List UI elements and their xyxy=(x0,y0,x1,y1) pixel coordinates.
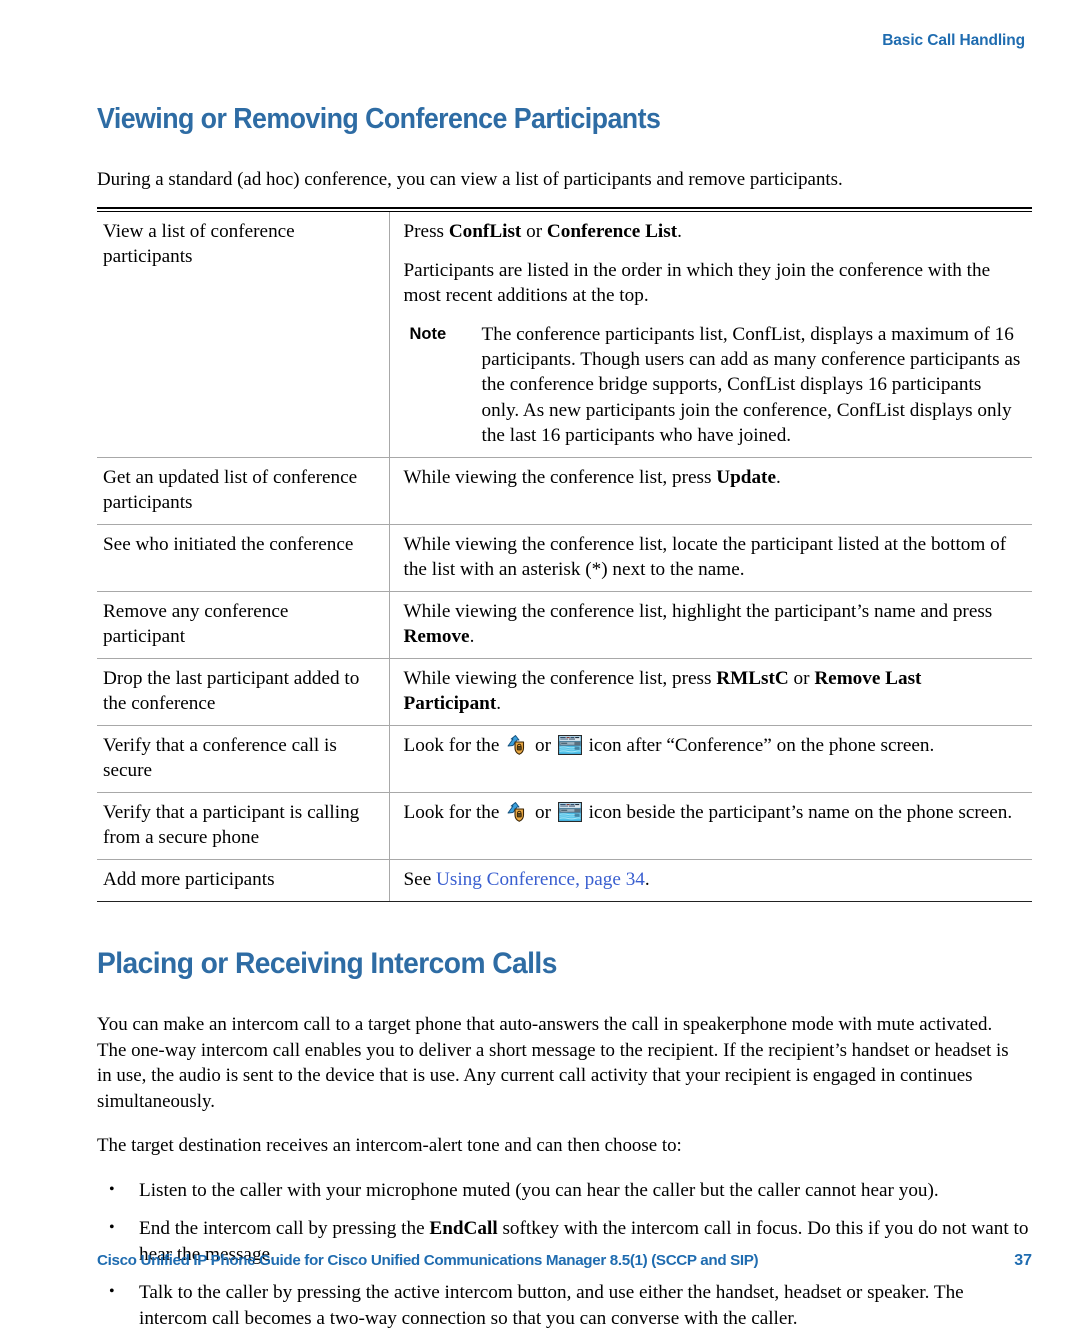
section2-paragraph-2: The target destination receives an inter… xyxy=(97,1135,682,1157)
section2-paragraph-1: You can make an intercom call to a targe… xyxy=(97,1014,1009,1112)
action-text: . xyxy=(496,693,502,715)
table-cell-action: Press ConfList or Conference List. Parti… xyxy=(389,212,1032,458)
action-text: Press xyxy=(403,220,449,242)
action-text: Look for the xyxy=(403,735,505,757)
table-row: Verify that a conference call is secure … xyxy=(97,725,1032,793)
table-cell-task: Get an updated list of conference partic… xyxy=(97,457,390,525)
task-label: Add more participants xyxy=(103,869,275,891)
table-cell-action: Look for the or icon after “Conference” … xyxy=(389,725,1032,793)
table-row: Add more participants See Using Conferen… xyxy=(97,859,1032,902)
action-text: While viewing the conference list, press xyxy=(403,467,717,489)
table-cell-task: Remove any conference participant xyxy=(97,591,390,659)
encrypted-call-screen-icon xyxy=(557,735,582,756)
table-row: View a list of conference participants P… xyxy=(97,211,1032,458)
table-cell-action: Look for the or icon beside the particip… xyxy=(389,792,1032,860)
cross-reference-link-using-conference[interactable]: Using Conference, page 34 xyxy=(436,869,645,890)
list-item: Talk to the caller by pressing the activ… xyxy=(97,1279,1032,1331)
action-line-press-conflist: Press ConfList or Conference List. xyxy=(404,219,1023,244)
table-cell-task: Add more participants xyxy=(97,859,390,902)
task-label: Get an updated list of conference partic… xyxy=(103,467,358,514)
action-text: icon after “Conference” on the phone scr… xyxy=(583,735,935,757)
action-text: While viewing the conference list, highl… xyxy=(403,601,993,623)
action-text: or xyxy=(530,802,556,824)
footer-page-number: 37 xyxy=(1014,1252,1032,1269)
section1-intro-paragraph: During a standard (ad hoc) conference, y… xyxy=(97,169,843,191)
table-cell-action: While viewing the conference list, press… xyxy=(389,658,1032,726)
action-text: or xyxy=(521,220,547,242)
table-row: Get an updated list of conference partic… xyxy=(97,457,1032,525)
table-cell-task: View a list of conference participants xyxy=(97,211,390,458)
action-line-participant-order: Participants are listed in the order in … xyxy=(403,259,991,306)
action-text: . xyxy=(677,220,682,242)
authenticated-call-shield-icon xyxy=(506,735,528,756)
table-cell-action: While viewing the conference list, highl… xyxy=(389,591,1032,659)
action-text: . xyxy=(644,869,650,891)
table-cell-action: While viewing the conference list, locat… xyxy=(389,524,1032,592)
note-body: The conference participants list, ConfLi… xyxy=(481,323,1021,447)
task-label: Verify that a conference call is secure xyxy=(103,735,337,782)
task-label: See who initiated the conference xyxy=(103,534,354,556)
note-block: Note The conference participants list, C… xyxy=(404,322,1023,448)
table-cell-task: See who initiated the conference xyxy=(97,524,390,592)
list-item-text: End the intercom call by pressing the xyxy=(139,1218,430,1240)
action-text: See xyxy=(403,869,437,891)
table-row: Remove any conference participant While … xyxy=(97,591,1032,659)
softkey-rmlstc: RMLstC xyxy=(716,668,789,690)
task-label: View a list of conference participants xyxy=(103,220,295,267)
softkey-conference-list: Conference List xyxy=(546,220,678,242)
softkey-conflist: ConfList xyxy=(448,220,522,242)
footer-guide-title: Cisco Unified IP Phone Guide for Cisco U… xyxy=(97,1252,759,1269)
softkey-remove: Remove xyxy=(403,626,470,648)
action-text: While viewing the conference list, press xyxy=(403,668,717,690)
table-row: See who initiated the conference While v… xyxy=(97,524,1032,592)
page-footer: Cisco Unified IP Phone Guide for Cisco U… xyxy=(97,1252,1032,1270)
conference-participants-table: View a list of conference participants P… xyxy=(97,211,1032,902)
table-cell-task: Drop the last participant added to the c… xyxy=(97,658,390,726)
encrypted-call-screen-icon xyxy=(557,802,582,823)
task-label: Remove any conference participant xyxy=(103,601,289,648)
softkey-endcall: EndCall xyxy=(429,1218,498,1240)
table-cell-task: Verify that a conference call is secure xyxy=(97,725,390,793)
softkey-update: Update xyxy=(716,467,776,489)
action-text: . xyxy=(775,467,781,489)
action-text: . xyxy=(469,626,475,648)
note-label: Note xyxy=(409,324,447,343)
table-row: Drop the last participant added to the c… xyxy=(97,658,1032,726)
list-item-text: Talk to the caller by pressing the activ… xyxy=(139,1282,964,1329)
section-title-viewing-removing-conference-participants: Viewing or Removing Conference Participa… xyxy=(97,103,661,135)
section-title-placing-receiving-intercom-calls: Placing or Receiving Intercom Calls xyxy=(97,947,557,981)
authenticated-call-shield-icon xyxy=(506,802,528,823)
action-text: Look for the xyxy=(403,802,505,824)
table-cell-task: Verify that a participant is calling fro… xyxy=(97,792,390,860)
action-text: or xyxy=(530,735,556,757)
document-page: Basic Call Handling Viewing or Removing … xyxy=(0,0,1080,1329)
action-text: icon beside the participant’s name on th… xyxy=(583,802,1013,824)
list-item: Listen to the caller with your microphon… xyxy=(97,1177,1032,1204)
task-label: Verify that a participant is calling fro… xyxy=(103,802,360,849)
table-cell-action: While viewing the conference list, press… xyxy=(389,457,1032,525)
table-row: Verify that a participant is calling fro… xyxy=(97,792,1032,860)
task-label: Drop the last participant added to the c… xyxy=(103,668,360,715)
list-item-text: Listen to the caller with your microphon… xyxy=(139,1179,939,1201)
action-text: While viewing the conference list, locat… xyxy=(403,534,1007,581)
action-text: or xyxy=(788,668,815,690)
page-content: Viewing or Removing Conference Participa… xyxy=(97,0,1032,1344)
table-cell-action: See Using Conference, page 34. xyxy=(389,859,1032,902)
